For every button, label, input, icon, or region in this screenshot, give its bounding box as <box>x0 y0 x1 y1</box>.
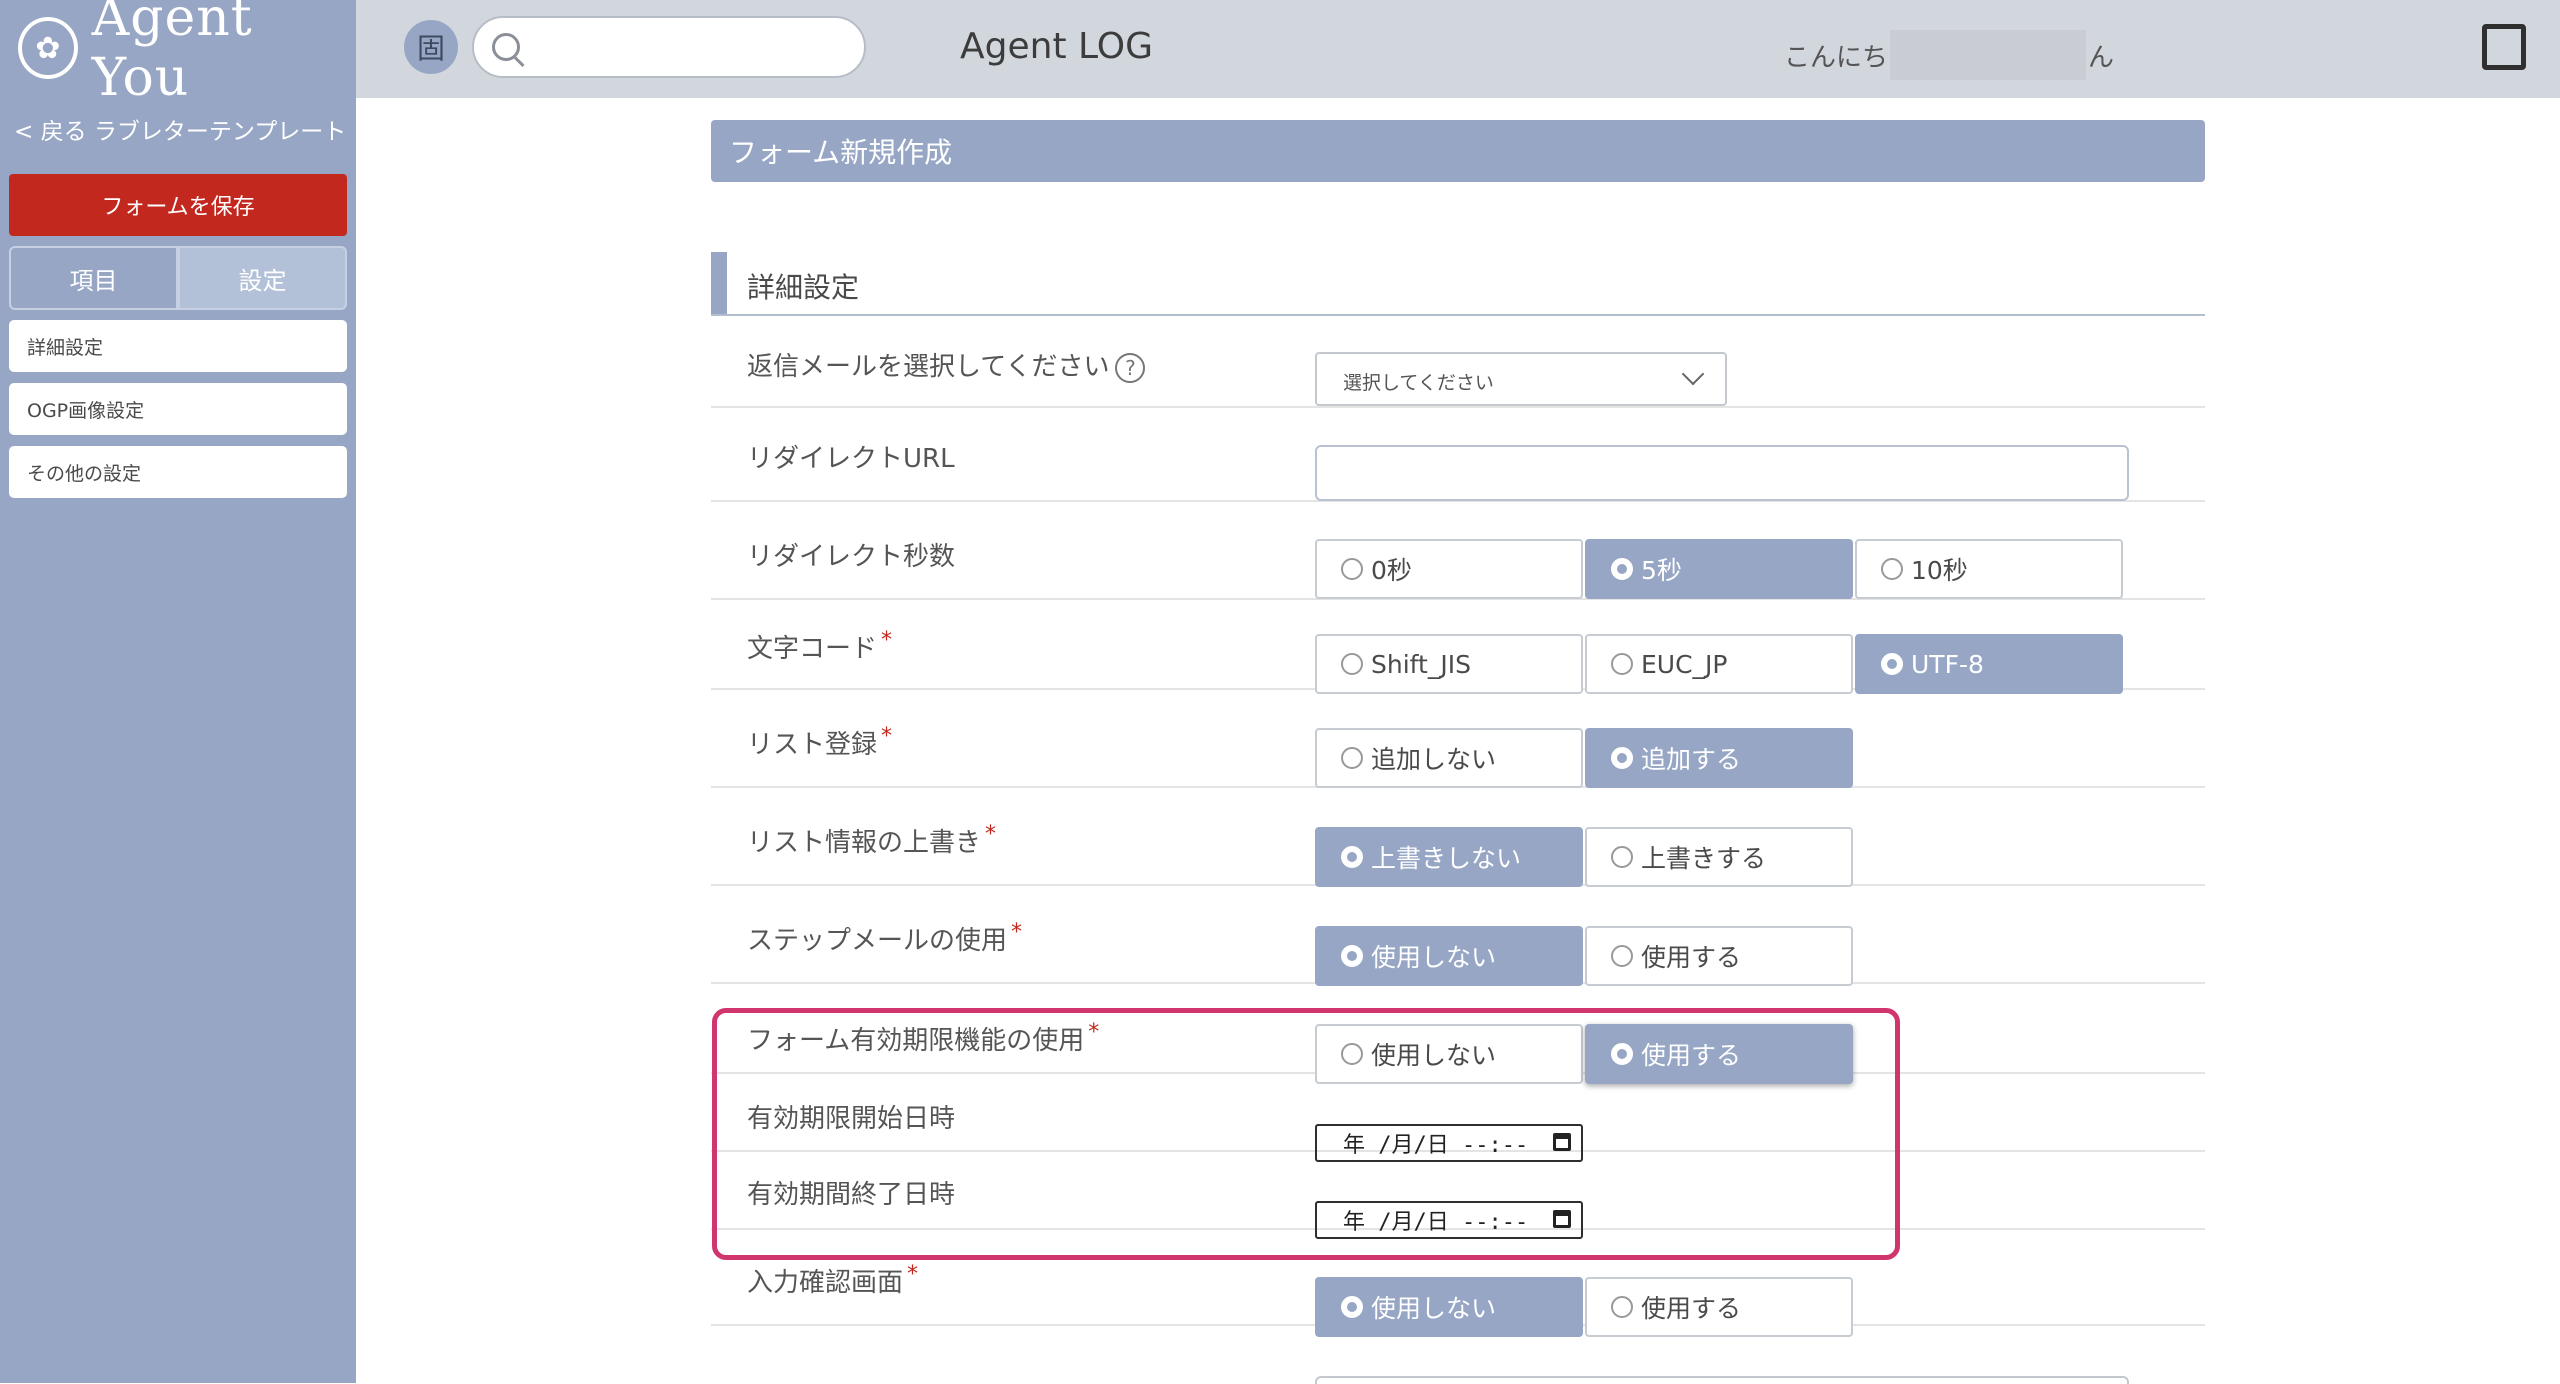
radio-icon <box>1611 747 1633 769</box>
search-icon <box>492 33 520 61</box>
confirm-screen-label: 入力確認画面 <box>747 1268 904 1298</box>
radio-icon <box>1611 846 1633 868</box>
search-input[interactable] <box>472 16 866 78</box>
redirect-seconds-option[interactable]: 0秒 <box>1315 539 1583 599</box>
step-mail-label: ステップメールの使用 <box>747 926 1008 956</box>
tab-settings[interactable]: 設定 <box>178 246 347 310</box>
section-header: 詳細設定 <box>711 252 2205 316</box>
tab-items[interactable]: 項目 <box>9 246 178 310</box>
radio-icon <box>1611 1296 1633 1318</box>
required-mark: * <box>907 1262 919 1287</box>
logo-text: Agent You <box>91 0 253 108</box>
step-mail-option[interactable]: 使用する <box>1585 926 1853 986</box>
highlight-annotation <box>712 1008 1900 1260</box>
required-mark: * <box>881 628 893 653</box>
redirect-seconds-option-label: 10秒 <box>1911 556 1968 585</box>
greeting: こんにち ん <box>1784 30 2114 80</box>
step-mail-option-label: 使用しない <box>1371 943 1497 972</box>
list-overwrite-option-label: 上書きする <box>1641 844 1767 873</box>
charset-option-label: UTF-8 <box>1911 649 1984 679</box>
list-register-option[interactable]: 追加しない <box>1315 728 1583 788</box>
list-register-option-label: 追加する <box>1641 745 1742 774</box>
required-mark: * <box>985 822 997 847</box>
help-icon[interactable]: ? <box>1115 352 1146 383</box>
radio-icon <box>1611 558 1633 580</box>
list-overwrite-option-label: 上書きしない <box>1371 844 1522 873</box>
redirect-seconds-label: リダイレクト秒数 <box>747 542 956 572</box>
user-icon[interactable] <box>2482 24 2526 70</box>
shortcut-icon[interactable]: 固 <box>404 20 458 74</box>
charset-label: 文字コード <box>747 634 878 664</box>
greeting-suffix: ん <box>2088 42 2115 73</box>
charset-option[interactable]: Shift_JIS <box>1315 634 1583 694</box>
logo[interactable]: ✿ Agent You <box>18 0 356 108</box>
radio-icon <box>1341 747 1363 769</box>
redirect-url-input[interactable] <box>1315 445 2129 501</box>
section-title: 詳細設定 <box>747 271 860 304</box>
list-register-options: 追加しない 追加する <box>1315 728 1855 788</box>
list-overwrite-option[interactable]: 上書きしない <box>1315 827 1583 887</box>
sidebar-item-ogp-image[interactable]: OGP画像設定 <box>9 383 347 435</box>
sidebar: ✿ Agent You < 戻る ラブレターテンプレート フォームを保存 項目 … <box>0 0 356 1383</box>
confirm-screen-option[interactable]: 使用する <box>1585 1277 1853 1337</box>
reply-mail-select-value: 選択してください <box>1343 372 1494 394</box>
reply-mail-label: 返信メールを選択してください <box>747 352 1110 382</box>
radio-icon <box>1341 558 1363 580</box>
tree-logo-icon: ✿ <box>18 17 78 79</box>
list-overwrite-label: リスト情報の上書き <box>747 828 982 858</box>
step-mail-option[interactable]: 使用しない <box>1315 926 1583 986</box>
confirm-screen-option[interactable]: 使用しない <box>1315 1277 1583 1337</box>
top-header: 固 Agent LOG <box>356 0 2560 98</box>
radio-icon <box>1341 945 1363 967</box>
sidebar-item-detail-settings[interactable]: 詳細設定 <box>9 320 347 372</box>
redirect-url-label: リダイレクトURL <box>747 444 955 474</box>
radio-icon <box>1611 653 1633 675</box>
confirm-screen-option-label: 使用しない <box>1371 1294 1497 1323</box>
charset-options: Shift_JIS EUC_JP UTF-8 <box>1315 634 2125 694</box>
charset-option[interactable]: EUC_JP <box>1585 634 1853 694</box>
save-form-button[interactable]: フォームを保存 <box>9 174 347 236</box>
step-mail-option-label: 使用する <box>1641 943 1742 972</box>
redacted-username <box>1890 30 2087 80</box>
confirm-screen-options: 使用しない 使用する <box>1315 1277 1855 1337</box>
radio-icon <box>1341 1296 1363 1318</box>
back-link[interactable]: < 戻る ラブレターテンプレート <box>14 112 346 146</box>
list-register-option-label: 追加しない <box>1371 745 1497 774</box>
reply-mail-select[interactable]: 選択してください <box>1315 352 1727 406</box>
charset-option[interactable]: UTF-8 <box>1855 634 2123 694</box>
radio-icon <box>1341 653 1363 675</box>
redirect-seconds-option-label: 0秒 <box>1371 556 1412 585</box>
radio-icon <box>1881 558 1903 580</box>
radio-icon <box>1341 846 1363 868</box>
page-title: フォーム新規作成 <box>711 120 2205 182</box>
list-overwrite-option[interactable]: 上書きする <box>1585 827 1853 887</box>
greeting-prefix: こんにち <box>1784 42 1889 73</box>
required-mark: * <box>1011 920 1023 945</box>
list-register-option[interactable]: 追加する <box>1585 728 1853 788</box>
list-overwrite-options: 上書きしない 上書きする <box>1315 827 1855 887</box>
step-mail-options: 使用しない 使用する <box>1315 926 1855 986</box>
charset-option-label: EUC_JP <box>1641 649 1728 679</box>
charset-option-label: Shift_JIS <box>1371 649 1471 679</box>
app-title: Agent LOG <box>960 26 1154 67</box>
redirect-seconds-option[interactable]: 10秒 <box>1855 539 2123 599</box>
confirm-screen-option-label: 使用する <box>1641 1294 1742 1323</box>
chevron-down-icon <box>1681 362 1705 386</box>
redirect-seconds-option-label: 5秒 <box>1641 556 1682 585</box>
required-mark: * <box>881 724 893 749</box>
redirect-seconds-options: 0秒 5秒 10秒 <box>1315 539 2125 599</box>
list-register-label: リスト登録 <box>747 730 878 760</box>
radio-icon <box>1611 945 1633 967</box>
sidebar-tabs: 項目 設定 <box>9 246 347 310</box>
sidebar-item-other-settings[interactable]: その他の設定 <box>9 446 347 498</box>
radio-icon <box>1881 653 1903 675</box>
redirect-seconds-option[interactable]: 5秒 <box>1585 539 1853 599</box>
